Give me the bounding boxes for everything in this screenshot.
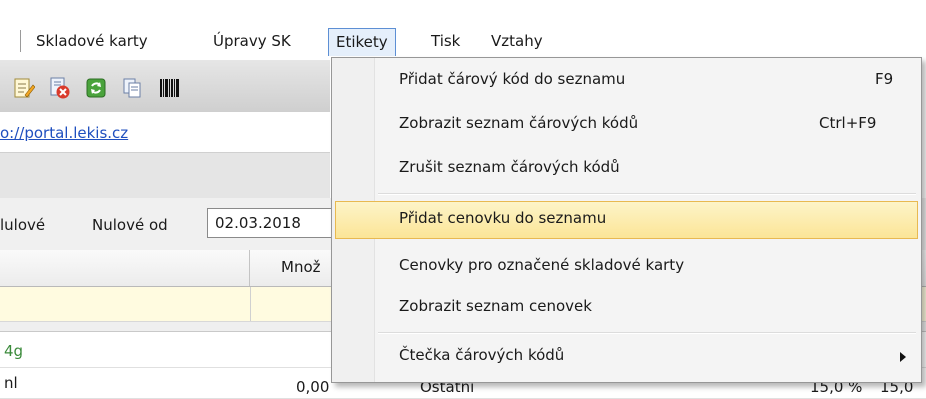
menu-item-label: Cenovky pro označené skladové karty <box>399 256 685 274</box>
filter-label-nulove-od: Nulové od <box>92 216 168 234</box>
menu-separator <box>378 332 916 334</box>
menu-item-clear-barcodes[interactable]: Zrušit seznam čárových kódů <box>335 150 918 188</box>
portal-link[interactable]: o://portal.lekis.cz <box>0 124 128 142</box>
row-qty: 0,00 <box>296 378 330 396</box>
menu-item-shortcut: F9 <box>875 70 894 88</box>
menu-item-show-barcodes[interactable]: Zobrazit seznam čárových kódů Ctrl+F9 <box>335 106 918 144</box>
menu-item-add-barcode[interactable]: Přidat čárový kód do seznamu F9 <box>335 62 918 100</box>
grid-header-col-name[interactable] <box>0 250 250 286</box>
submenu-arrow-icon <box>900 352 906 362</box>
cell-divider <box>250 287 251 321</box>
toolbar-band <box>0 152 330 200</box>
menu-item-label: Zrušit seznam čárových kódů <box>399 158 620 176</box>
menu-tisk[interactable]: Tisk <box>424 28 467 54</box>
date-field[interactable]: 02.03.2018 <box>207 208 337 238</box>
menu-separator <box>20 30 21 52</box>
menu-etikety[interactable]: Etikety <box>328 28 396 56</box>
menu-skladove-karty[interactable]: Skladové karty <box>29 28 155 54</box>
row-name: 4g <box>4 342 24 360</box>
menu-item-add-price-tag[interactable]: Přidat cenovku do seznamu <box>335 201 918 239</box>
edit-note-icon[interactable] <box>12 76 36 100</box>
menu-item-barcode-reader[interactable]: Čtečka čárových kódů <box>335 338 918 376</box>
copy-document-icon[interactable] <box>120 76 144 100</box>
delete-document-icon[interactable] <box>48 76 72 100</box>
menu-item-label: Zobrazit seznam čárových kódů <box>399 114 639 132</box>
toolbar <box>0 60 330 112</box>
menu-item-price-tags-selected[interactable]: Cenovky pro označené skladové karty <box>335 248 918 286</box>
menu-item-shortcut: Ctrl+F9 <box>819 114 877 132</box>
menu-item-label: Zobrazit seznam cenovek <box>399 297 592 315</box>
filter-label-nulove: lulové <box>0 216 46 234</box>
grid-header-qty-label: Množ <box>281 258 321 276</box>
etikety-dropdown-menu: Přidat čárový kód do seznamu F9 Zobrazit… <box>331 57 922 383</box>
row-name: nl <box>4 374 18 392</box>
menu-item-label: Čtečka čárových kódů <box>399 346 565 364</box>
menu-vztahy[interactable]: Vztahy <box>484 28 550 54</box>
menu-upravy-sk[interactable]: Úpravy SK <box>206 28 298 54</box>
menu-item-label: Přidat čárový kód do seznamu <box>399 70 626 88</box>
barcode-icon[interactable] <box>158 76 182 100</box>
menu-bar: Skladové karty Úpravy SK Etikety Tisk Vz… <box>0 0 926 60</box>
menu-separator <box>378 193 916 195</box>
link-row: o://portal.lekis.cz <box>0 112 330 152</box>
menu-item-show-price-tags[interactable]: Zobrazit seznam cenovek <box>335 289 918 327</box>
menu-item-label: Přidat cenovku do seznamu <box>399 209 607 227</box>
refresh-icon[interactable] <box>84 76 108 100</box>
